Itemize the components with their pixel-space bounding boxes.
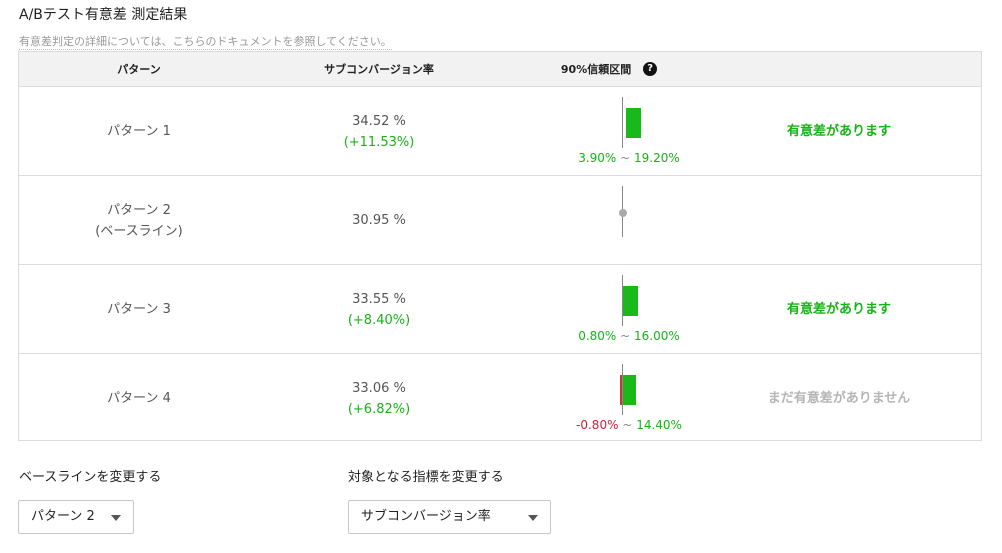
conversion-rate: 33.06 % xyxy=(352,380,406,396)
lift-value: (+11.53%) xyxy=(343,134,415,150)
ci-high: 16.00% xyxy=(634,329,680,343)
conversion-rate-cell: 33.55 % (+8.40%) xyxy=(259,265,499,354)
table-row: パターン 1 34.52 % (+11.53%) 3.90% ~ 19.20% … xyxy=(19,87,981,176)
pattern-name: パターン 3 xyxy=(107,302,171,317)
pattern-name: パターン 1 xyxy=(107,124,171,139)
metric-select-value: サブコンバージョン率 xyxy=(361,509,491,524)
pattern-name: パターン 4 xyxy=(107,391,171,406)
ci-high: 14.40% xyxy=(636,418,682,432)
pattern-name: パターン 2 xyxy=(107,202,171,218)
header-conversion-rate: サブコンバージョン率 xyxy=(324,63,434,76)
ci-high: 19.20% xyxy=(634,151,680,165)
ci-separator: ~ xyxy=(620,151,631,165)
ci-separator: ~ xyxy=(622,418,633,432)
metric-select[interactable]: サブコンバージョン率 xyxy=(348,500,551,534)
header-pattern: パターン xyxy=(117,63,161,76)
header-confidence-interval: 90%信頼区間 ? xyxy=(559,52,659,87)
conversion-rate-cell: 33.06 % (+6.82%) xyxy=(259,354,499,443)
ci-range-label: 0.80% ~ 16.00% xyxy=(559,328,699,344)
table-row: パターン 4 33.06 % (+6.82%) -0.80% ~ 14.40% … xyxy=(19,354,981,443)
conversion-rate: 33.55 % xyxy=(352,291,406,307)
ci-bar xyxy=(625,108,642,138)
confidence-interval-chart: 3.90% ~ 19.20% xyxy=(559,87,699,176)
ci-low: 3.90% xyxy=(578,151,617,165)
baseline-select-label: ベースラインを変更する xyxy=(19,470,162,485)
conversion-rate: 30.95 % xyxy=(352,213,406,228)
chevron-down-icon xyxy=(111,515,121,521)
ci-bar xyxy=(622,375,637,405)
ci-separator: ~ xyxy=(620,329,631,343)
ci-low: 0.80% xyxy=(578,329,617,343)
table-header: パターン サブコンバージョン率 90%信頼区間 ? xyxy=(19,52,981,87)
significance-status: 有意差があります xyxy=(786,302,891,317)
lift-value: (+8.40%) xyxy=(347,312,411,328)
baseline-select[interactable]: パターン 2 xyxy=(18,500,134,534)
ci-range-label: -0.80% ~ 14.40% xyxy=(559,417,699,433)
baseline-tag: (ベースライン) xyxy=(95,223,183,239)
lift-value: (+6.82%) xyxy=(347,401,411,417)
ab-test-results-page: A/Bテスト有意差 測定結果 有意差判定の詳細については、こちらのドキュメントを… xyxy=(0,0,1002,553)
documentation-link[interactable]: 有意差判定の詳細については、こちらのドキュメントを参照してください。 xyxy=(19,35,392,50)
ci-zero-axis xyxy=(622,364,623,415)
conversion-rate-cell: 30.95 % xyxy=(259,176,499,265)
ci-low: -0.80% xyxy=(576,418,619,432)
pattern-name-cell: パターン 1 xyxy=(19,87,259,176)
pattern-name-cell: パターン 4 xyxy=(19,354,259,443)
confidence-interval-chart: -0.80% ~ 14.40% xyxy=(559,354,699,443)
page-title: A/Bテスト有意差 測定結果 xyxy=(19,7,188,23)
ci-zero-axis xyxy=(622,97,623,148)
confidence-interval-chart xyxy=(559,176,699,265)
table-row: パターン 2 (ベースライン) 30.95 % xyxy=(19,176,981,265)
documentation-link-text: 有意差判定の詳細については、こちらのドキュメントを参照してください。 xyxy=(19,35,392,48)
chevron-down-icon xyxy=(528,515,538,521)
pattern-name-cell: パターン 3 xyxy=(19,265,259,354)
confidence-interval-chart: 0.80% ~ 16.00% xyxy=(559,265,699,354)
header-ci-label: 90%信頼区間 xyxy=(560,63,632,76)
significance-status: 有意差があります xyxy=(786,124,891,139)
baseline-select-value: パターン 2 xyxy=(31,509,95,524)
table-row: パターン 3 33.55 % (+8.40%) 0.80% ~ 16.00% 有… xyxy=(19,265,981,354)
link-underline xyxy=(19,49,392,50)
conversion-rate: 34.52 % xyxy=(352,113,406,129)
baseline-dot xyxy=(619,209,627,217)
conversion-rate-cell: 34.52 % (+11.53%) xyxy=(259,87,499,176)
significance-status: まだ有意差がありません xyxy=(767,391,911,406)
results-table: パターン サブコンバージョン率 90%信頼区間 ? パターン 1 34.52 %… xyxy=(18,51,982,441)
help-icon[interactable]: ? xyxy=(643,62,658,76)
ci-range-label: 3.90% ~ 19.20% xyxy=(559,150,699,166)
metric-select-label: 対象となる指標を変更する xyxy=(348,470,504,485)
pattern-name-cell: パターン 2 (ベースライン) xyxy=(19,176,259,265)
ci-bar xyxy=(622,286,638,316)
